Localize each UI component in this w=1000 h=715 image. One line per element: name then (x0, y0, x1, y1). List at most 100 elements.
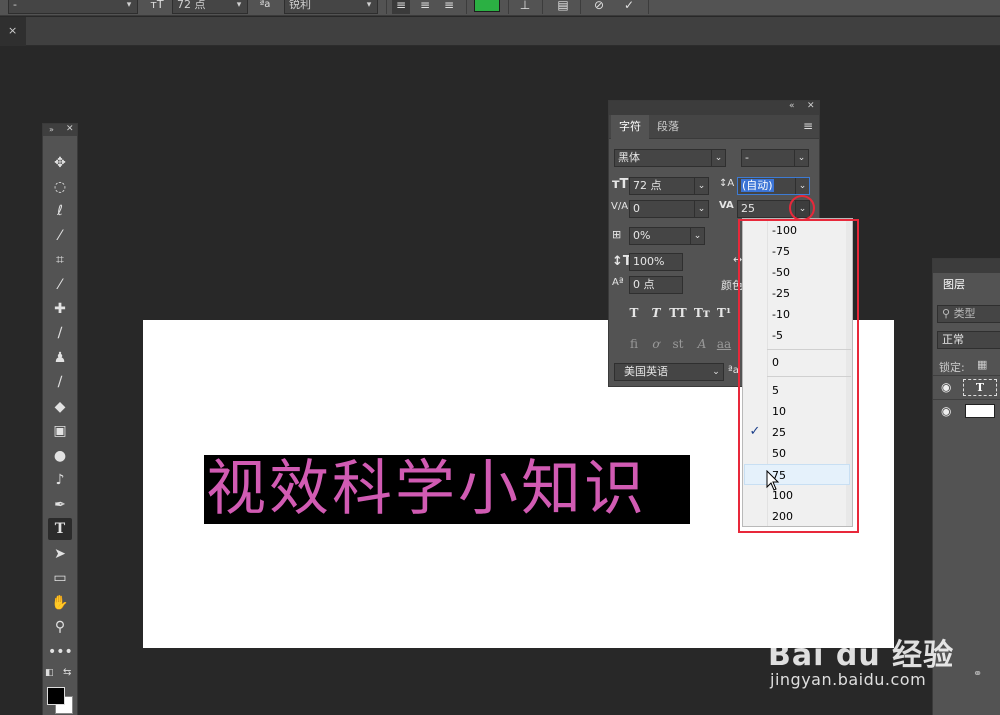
marquee-tool-icon[interactable]: ◌ (48, 176, 72, 198)
close-icon[interactable]: ✕ (66, 124, 74, 134)
panels-toggle-icon[interactable]: ▤ (554, 0, 572, 14)
font-size-select[interactable]: 72 点 ▾ (172, 0, 248, 14)
pen-tool-icon[interactable]: ✒ (48, 494, 72, 516)
path-select-tool-icon[interactable]: ➤ (48, 543, 72, 565)
default-colors-icon[interactable]: ◧ (45, 668, 54, 678)
visibility-eye-icon[interactable]: ◉ (941, 404, 951, 418)
all-caps-button[interactable]: TT (669, 306, 687, 320)
vertical-scale-value: 100% (633, 255, 665, 268)
visibility-eye-icon[interactable]: ◉ (941, 380, 951, 394)
tracking-value: 25 (741, 202, 755, 215)
old-style-button[interactable]: ơ (647, 337, 665, 351)
history-brush-tool-icon[interactable]: ∕ (48, 371, 72, 393)
blend-mode-select[interactable]: 正常 (937, 331, 1000, 349)
search-icon: ⚲ (942, 307, 951, 320)
discretionary-ligatures-button[interactable]: st (669, 337, 687, 351)
panel-header[interactable] (933, 259, 1000, 273)
mouse-cursor-icon (766, 470, 780, 491)
commit-check-icon[interactable]: ✓ (620, 0, 638, 14)
align-right-icon[interactable]: ≡ (440, 0, 458, 14)
divider (466, 0, 467, 14)
tsume-field[interactable]: 0% ⌄ (629, 227, 705, 245)
tsume-icon: ⊞ (612, 228, 622, 241)
swash-button[interactable]: A (693, 337, 711, 351)
collapse-icon[interactable]: » (49, 125, 54, 134)
zoom-tool-icon[interactable]: ⚲ (48, 616, 72, 638)
crop-tool-icon[interactable]: ⌗ (48, 249, 72, 271)
panel-menu-icon[interactable]: ≡ (803, 119, 813, 133)
move-tool-icon[interactable]: ✥ (48, 152, 72, 174)
more-tools-icon[interactable]: ••• (48, 641, 73, 663)
font-size-field[interactable]: 72 点 ⌄ (629, 177, 709, 195)
foreground-color-swatch[interactable] (47, 687, 65, 705)
vertical-scale-field[interactable]: 100% (629, 253, 683, 271)
lock-label: 锁定: (939, 361, 965, 374)
language-select[interactable]: 美国英语 ⌄ (614, 363, 724, 381)
cancel-icon[interactable]: ⊘ (590, 0, 608, 14)
eyedropper-tool-icon[interactable]: ⁄ (48, 274, 72, 296)
language-value: 美国英语 (624, 365, 668, 378)
brush-tool-icon[interactable]: ∕ (48, 322, 72, 344)
superscript-button[interactable]: T¹ (715, 306, 733, 320)
collapse-icon[interactable]: « (789, 101, 795, 111)
stamp-tool-icon[interactable]: ♟ (48, 347, 72, 369)
gradient-tool-icon[interactable]: ▣ (48, 420, 72, 442)
text-color-swatch[interactable] (474, 0, 500, 12)
blur-tool-icon[interactable]: ● (48, 445, 72, 467)
layer-row-text[interactable]: ◉ T (933, 375, 1000, 399)
leading-icon: ↕A (719, 178, 735, 189)
baseline-shift-field[interactable]: 0 点 (629, 276, 683, 294)
font-style-select[interactable]: - ⌄ (741, 149, 809, 167)
eraser-tool-icon[interactable]: ◆ (48, 396, 72, 418)
close-icon[interactable]: × (8, 24, 17, 37)
tsume-value: 0% (633, 229, 651, 242)
antialias-select[interactable]: 锐利 ▾ (284, 0, 378, 14)
document-tab-bar: × (0, 17, 1000, 46)
font-family-value: 黑体 (618, 151, 640, 164)
ligatures-button[interactable]: fi (625, 337, 643, 351)
font-style-select[interactable]: - ▾ (8, 0, 138, 14)
panel-grip[interactable]: » ✕ (43, 124, 77, 136)
link-layers-icon[interactable]: ⚭ (973, 667, 982, 680)
tools-panel: » ✕ ✥ ◌ ℓ ⁄ ⌗ ⁄ ✚ ∕ ♟ ∕ ◆ ▣ ● ♪ ✒ T ➤ ▭ … (42, 123, 78, 715)
stylistic-alternates-button[interactable]: aa (715, 337, 733, 351)
document-tab[interactable]: × (0, 17, 26, 46)
tab-paragraph[interactable]: 段落 (649, 115, 687, 139)
kerning-field[interactable]: 0 ⌄ (629, 200, 709, 218)
align-center-icon[interactable]: ≡ (416, 0, 434, 14)
chevron-down-icon: ▾ (236, 0, 242, 10)
hand-tool-icon[interactable]: ✋ (48, 592, 72, 614)
faux-italic-button[interactable]: T (647, 306, 665, 320)
selected-text-layer[interactable]: 视效科学小知识 (204, 455, 690, 524)
annotation-highlight-circle (789, 195, 815, 221)
chevron-down-icon: ▾ (366, 0, 372, 10)
align-left-icon[interactable]: ≡ (392, 0, 410, 14)
panel-header[interactable]: « ✕ (609, 101, 819, 115)
layer-row-background[interactable]: ◉ (933, 399, 1000, 423)
swap-colors-icon[interactable]: ⇆ (63, 667, 71, 678)
close-icon[interactable]: ✕ (807, 101, 815, 111)
lock-pixels-icon[interactable]: ▦ (977, 358, 987, 371)
faux-bold-button[interactable]: T (625, 306, 643, 320)
lasso-tool-icon[interactable]: ℓ (48, 200, 72, 222)
font-family-select[interactable]: 黑体 ⌄ (614, 149, 726, 167)
shape-tool-icon[interactable]: ▭ (48, 567, 72, 589)
font-size-value: 72 点 (177, 0, 206, 11)
chevron-down-icon: ⌄ (690, 228, 704, 244)
tab-layers[interactable]: 图层 (933, 273, 975, 297)
tab-character[interactable]: 字符 (611, 115, 649, 139)
layer-search-field[interactable]: ⚲ 类型 (937, 305, 1000, 323)
healing-tool-icon[interactable]: ✚ (48, 298, 72, 320)
leading-field[interactable]: (自动) ⌄ (737, 177, 810, 195)
font-size-value: 72 点 (633, 179, 662, 192)
type-tool-icon[interactable]: T (48, 518, 72, 540)
warp-text-icon[interactable]: ⊥ (516, 0, 534, 14)
kerning-value: 0 (633, 202, 640, 215)
chevron-down-icon: ⌄ (711, 150, 725, 166)
leading-value: (自动) (741, 179, 774, 192)
dodge-tool-icon[interactable]: ♪ (48, 469, 72, 491)
small-caps-button[interactable]: Tт (693, 306, 711, 320)
chevron-down-icon: ▾ (126, 0, 132, 10)
divider (508, 0, 509, 14)
quick-select-tool-icon[interactable]: ⁄ (48, 225, 72, 247)
